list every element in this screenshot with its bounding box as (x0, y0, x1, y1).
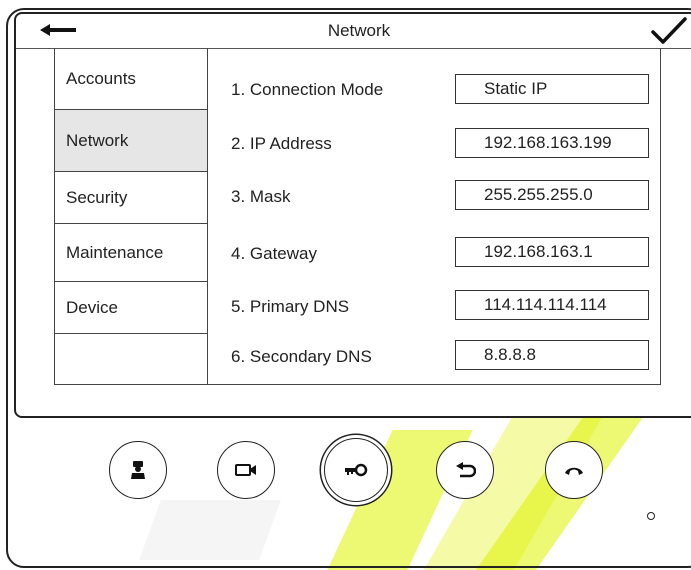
sidebar-item-label: Device (66, 297, 118, 317)
setting-label: 6. Secondary DNS (231, 347, 372, 366)
title-bar: Network (16, 14, 691, 49)
sidebar-item-device[interactable]: Device (55, 282, 207, 334)
sidebar-item-label: Network (66, 130, 129, 150)
mask-field[interactable]: 255.255.255.0 (455, 180, 649, 210)
sidebar-item-label: Security (66, 187, 128, 207)
sidebar-item-accounts[interactable]: Accounts (55, 48, 207, 110)
setting-label: 2. IP Address (231, 134, 332, 153)
unlock-button[interactable] (324, 438, 388, 502)
sidebar-item-security[interactable]: Security (55, 172, 207, 224)
sidebar: Accounts Network Security Maintenance De… (55, 48, 208, 384)
sidebar-item-label: Maintenance (66, 242, 164, 262)
connection-mode-field[interactable]: Static IP (455, 74, 649, 104)
status-led (647, 512, 655, 520)
checkmark-icon[interactable] (650, 16, 688, 46)
screen: Network Accounts Network Security Mainte… (14, 12, 691, 418)
camera-icon (235, 464, 256, 476)
sidebar-item-maintenance[interactable]: Maintenance (55, 224, 207, 282)
return-button[interactable] (436, 441, 494, 499)
ip-address-field[interactable]: 192.168.163.199 (455, 128, 649, 158)
hangup-button[interactable] (545, 441, 603, 499)
gateway-field[interactable]: 192.168.163.1 (455, 237, 649, 267)
secondary-dns-field[interactable]: 8.8.8.8 (455, 340, 649, 370)
setting-label: 5. Primary DNS (231, 297, 350, 316)
key-icon (345, 463, 368, 477)
sidebar-item-label: Accounts (66, 68, 136, 88)
sidebar-item-network[interactable]: Network (55, 110, 207, 172)
primary-dns-field[interactable]: 114.114.114.114 (455, 290, 649, 320)
settings-panel: Accounts Network Security Maintenance De… (54, 48, 661, 385)
concierge-icon (131, 461, 145, 479)
concierge-button[interactable] (109, 441, 167, 499)
setting-label: 3. Mask (231, 187, 291, 206)
camera-button[interactable] (217, 441, 275, 499)
setting-label: 1. Connection Mode (231, 80, 384, 99)
page-title: Network (327, 21, 391, 40)
return-icon (456, 462, 476, 478)
setting-label: 4. Gateway (231, 244, 317, 263)
hangup-icon (565, 467, 583, 475)
sidebar-item-empty[interactable] (55, 334, 207, 384)
